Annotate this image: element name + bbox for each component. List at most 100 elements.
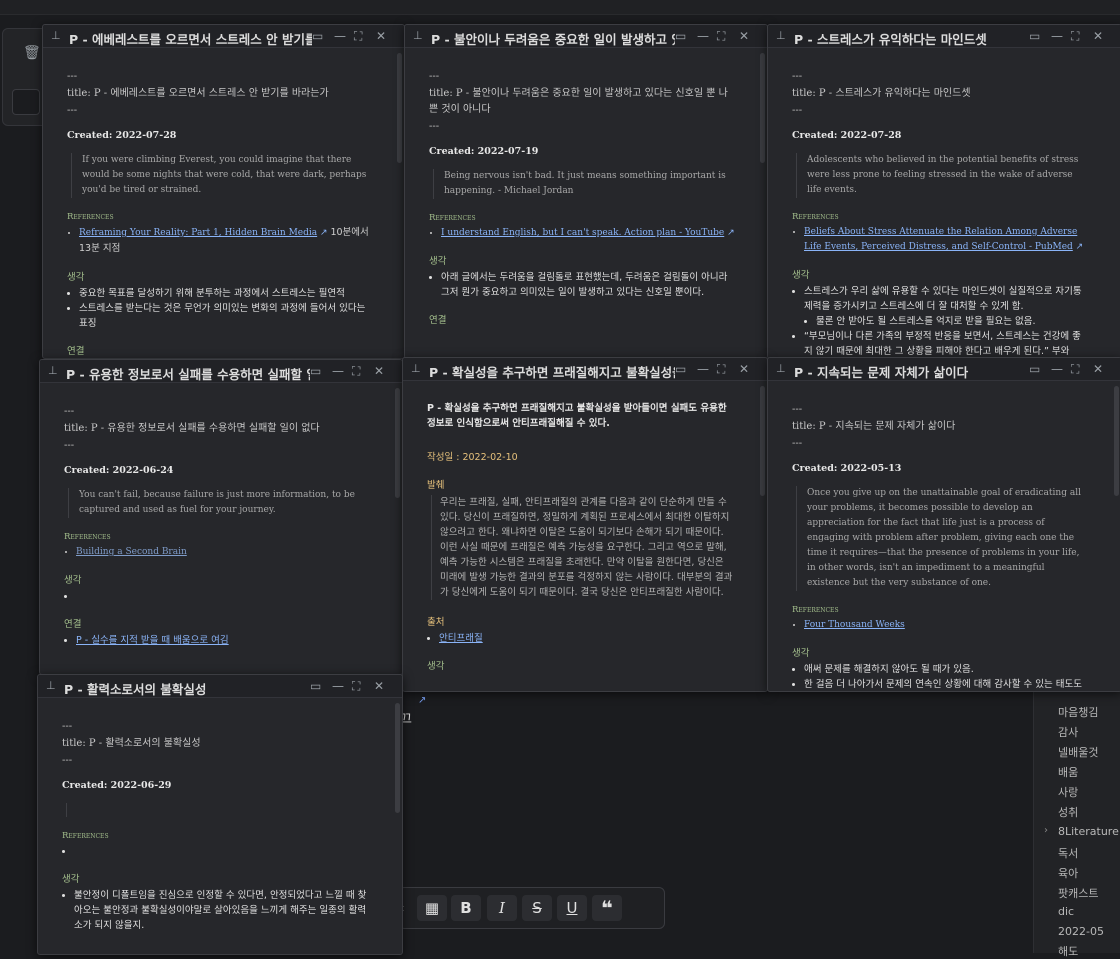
close-icon[interactable]: ✕ bbox=[374, 679, 384, 693]
empty-list-item bbox=[74, 844, 370, 859]
window-content: --- title: P - 유용한 정보로서 실패를 수용하면 실패할 일이 … bbox=[40, 383, 392, 674]
sidebar-item[interactable]: 사랑 bbox=[1058, 784, 1078, 800]
close-icon[interactable]: ✕ bbox=[739, 362, 749, 376]
blockquote: You can't fail, because failure is just … bbox=[68, 488, 370, 518]
pin-icon[interactable]: ⊥ bbox=[413, 29, 423, 42]
open-in-tab-icon[interactable]: ▭ bbox=[1029, 29, 1040, 43]
maximize-icon[interactable]: ⛶ bbox=[717, 29, 725, 44]
close-icon[interactable]: ✕ bbox=[1093, 29, 1103, 43]
external-link-icon: ↗ bbox=[727, 228, 735, 238]
scrollbar[interactable] bbox=[760, 386, 765, 496]
open-in-tab-icon[interactable]: ▭ bbox=[312, 29, 323, 43]
list-item: “부모님이나 다른 가족의 부정적 반응을 보면서, 스트레스는 건강에 좋지 … bbox=[804, 329, 1089, 358]
maximize-icon[interactable]: ⛶ bbox=[1071, 29, 1079, 44]
excerpt-blockquote: 우리는 프래질, 실패, 안티프래질의 관계를 다음과 같이 단순하게 만들 수… bbox=[431, 495, 735, 600]
hover-popover-window: ⊥ P - 활력소로서의 불확실성 ▭ — ⛶ ✕ --- title: P -… bbox=[37, 674, 403, 955]
scrollbar[interactable] bbox=[395, 388, 400, 498]
close-icon[interactable]: ✕ bbox=[376, 29, 386, 43]
window-content: --- title: P - 불안이나 두려움은 중요한 일이 발생하고 있다는… bbox=[405, 48, 757, 358]
window-content: --- title: P - 활력소로서의 불확실성 --- Created: … bbox=[38, 698, 392, 954]
scrollbar[interactable] bbox=[1114, 386, 1119, 496]
internal-link[interactable]: 안티프래질 bbox=[439, 633, 483, 644]
window-header: ⊥ P - 스트레스가 유익하다는 마인드셋 ▭ — ⛶ ✕ bbox=[768, 25, 1120, 48]
pin-icon[interactable]: ⊥ bbox=[776, 362, 786, 375]
bold-icon[interactable]: B bbox=[451, 895, 481, 921]
frontmatter-fence: --- bbox=[62, 721, 73, 732]
pin-icon[interactable]: ⊥ bbox=[51, 29, 61, 42]
minimize-icon[interactable]: — bbox=[697, 29, 709, 43]
minimize-icon[interactable]: — bbox=[697, 362, 709, 376]
sidebar-item[interactable]: 배움 bbox=[1058, 764, 1078, 780]
minimize-icon[interactable]: — bbox=[332, 364, 344, 378]
created-date: Created: 2022-07-28 bbox=[67, 130, 177, 141]
source-heading: 출처 bbox=[427, 617, 445, 628]
pin-icon[interactable]: ⊥ bbox=[411, 362, 421, 375]
sidebar-item[interactable]: 팟캐스트 bbox=[1058, 885, 1098, 901]
pin-icon[interactable]: ⊥ bbox=[776, 29, 786, 42]
scrollbar[interactable] bbox=[397, 53, 402, 163]
sidebar-item[interactable]: 육아 bbox=[1058, 865, 1078, 881]
sidebar-item[interactable]: 2022-05 bbox=[1058, 925, 1104, 938]
window-content: --- title: P - 에베레스트를 오르면서 스트레스 안 받기를 바라… bbox=[43, 48, 394, 358]
note-summary: P - 확실성을 추구하면 프래질해지고 불확실성을 받아들이면 실패도 유용한… bbox=[427, 403, 727, 429]
thoughts-heading: 생각 bbox=[67, 272, 85, 283]
chevron-right-icon[interactable]: › bbox=[1044, 825, 1048, 836]
italic-icon[interactable]: I bbox=[487, 895, 517, 921]
scrollbar[interactable] bbox=[395, 703, 400, 813]
frontmatter-title: title: P - 지속되는 문제 자체가 삶이다 bbox=[792, 421, 956, 432]
sidebar-item[interactable]: 성취 bbox=[1058, 804, 1078, 820]
open-in-tab-icon[interactable]: ▭ bbox=[310, 679, 321, 693]
ribbon-button[interactable] bbox=[12, 89, 40, 115]
frontmatter-fence: --- bbox=[64, 406, 75, 417]
sidebar-item[interactable]: 넬배울것 bbox=[1058, 744, 1098, 760]
maximize-icon[interactable]: ⛶ bbox=[1071, 362, 1079, 377]
maximize-icon[interactable]: ⛶ bbox=[352, 364, 360, 379]
reference-link[interactable]: Reframing Your Reality: Part 1, Hidden B… bbox=[79, 228, 317, 238]
pin-icon[interactable]: ⊥ bbox=[48, 364, 58, 377]
reference-link[interactable]: Beliefs About Stress Attenuate the Relat… bbox=[804, 227, 1077, 252]
open-in-tab-icon[interactable]: ▭ bbox=[675, 29, 686, 43]
close-icon[interactable]: ✕ bbox=[374, 364, 384, 378]
frontmatter-fence: --- bbox=[67, 71, 78, 82]
close-icon[interactable]: ✕ bbox=[1093, 362, 1103, 376]
calendar-icon[interactable]: ▦ bbox=[417, 895, 447, 921]
hover-popover-window: ⊥ P - 에베레스트를 오르면서 스트레스 안 받기를 바라는가 ▭ — ⛶ … bbox=[42, 24, 405, 359]
open-in-tab-icon[interactable]: ▭ bbox=[310, 364, 321, 378]
minimize-icon[interactable]: — bbox=[1051, 362, 1063, 376]
strikethrough-icon[interactable]: S bbox=[522, 895, 552, 921]
sidebar-item[interactable]: dic bbox=[1058, 905, 1074, 918]
underline-icon[interactable]: U bbox=[557, 895, 587, 921]
reference-link[interactable]: Four Thousand Weeks bbox=[804, 620, 905, 630]
sidebar-item[interactable]: 감사 bbox=[1058, 724, 1078, 740]
close-icon[interactable]: ✕ bbox=[739, 29, 749, 43]
sidebar-item[interactable]: 독서 bbox=[1058, 845, 1078, 861]
minimize-icon[interactable]: — bbox=[332, 679, 344, 693]
references-heading: References bbox=[67, 212, 114, 222]
links-heading: 연결 bbox=[429, 315, 447, 326]
internal-link[interactable]: P - 실수를 지적 받을 때 배움으로 여김 bbox=[76, 635, 229, 646]
window-title: P - 지속되는 문제 자체가 삶이다 bbox=[794, 365, 969, 380]
maximize-icon[interactable]: ⛶ bbox=[352, 679, 360, 694]
hover-popover-window: ⊥ P - 확실성을 추구하면 프래질해지고 불확실성을 받아들이면 실패도 유… bbox=[402, 357, 768, 692]
maximize-icon[interactable]: ⛶ bbox=[717, 362, 725, 377]
window-header: ⊥ P - 지속되는 문제 자체가 삶이다 ▭ — ⛶ ✕ bbox=[768, 358, 1120, 381]
minimize-icon[interactable]: — bbox=[1051, 29, 1063, 43]
app-top-bar bbox=[0, 0, 1120, 15]
maximize-icon[interactable]: ⛶ bbox=[354, 29, 362, 44]
sidebar-item[interactable]: 해도 bbox=[1058, 943, 1078, 959]
sidebar-folder[interactable]: 8Literature bbox=[1058, 825, 1119, 838]
frontmatter-title: title: P - 유용한 정보로서 실패를 수용하면 실패할 일이 없다 bbox=[64, 423, 320, 434]
references-heading: References bbox=[792, 605, 839, 615]
open-in-tab-icon[interactable]: ▭ bbox=[1029, 362, 1040, 376]
minimize-icon[interactable]: — bbox=[334, 29, 346, 43]
sidebar-item[interactable]: 마음챙김 bbox=[1058, 704, 1098, 720]
window-header: ⊥ P - 유용한 정보로서 실패를 수용하면 실패할 일이 없다 ▭ — ⛶ … bbox=[40, 360, 402, 383]
pin-icon[interactable]: ⊥ bbox=[46, 679, 56, 692]
open-in-tab-icon[interactable]: ▭ bbox=[675, 362, 686, 376]
reference-link[interactable]: Building a Second Brain bbox=[76, 547, 187, 557]
scrollbar[interactable] bbox=[760, 53, 765, 163]
reference-link[interactable]: I understand English, but I can't speak.… bbox=[441, 228, 724, 238]
created-date: Created: 2022-06-24 bbox=[64, 465, 174, 476]
quote-icon[interactable]: ❝ bbox=[592, 895, 622, 921]
trash-icon[interactable]: 🗑 bbox=[23, 45, 41, 61]
